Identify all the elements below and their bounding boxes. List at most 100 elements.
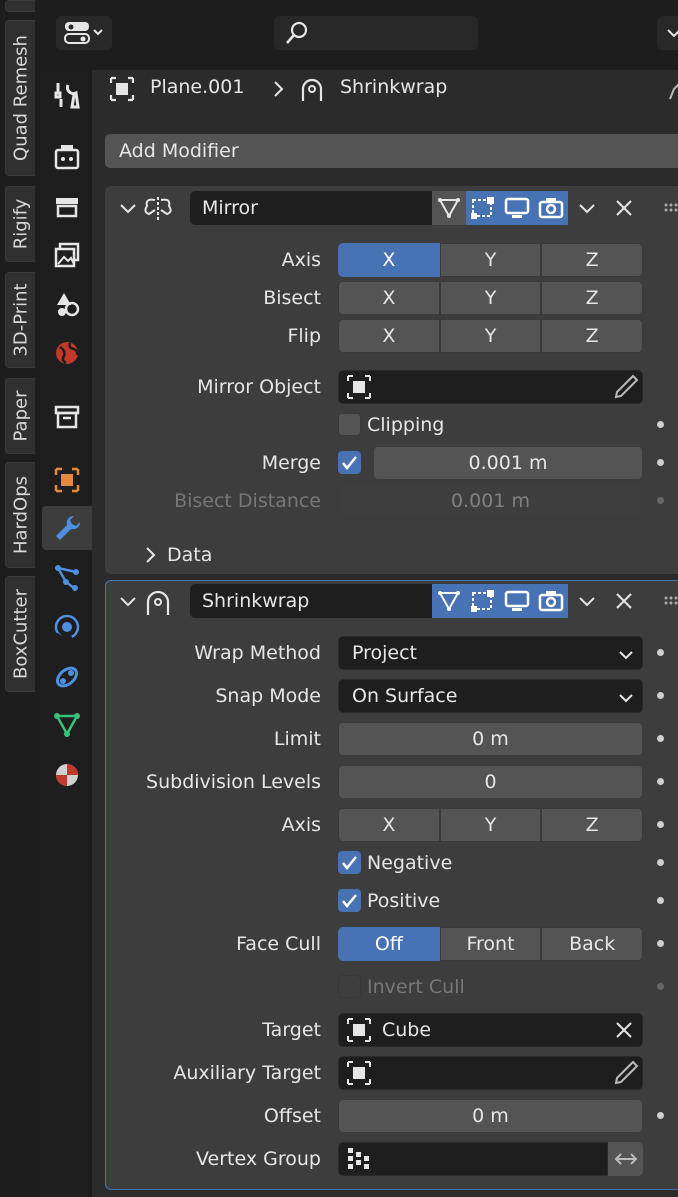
flip-x-button[interactable]: X	[338, 319, 440, 353]
axis-x-button[interactable]: X	[338, 243, 440, 277]
auxiliary-target-field[interactable]	[338, 1056, 643, 1090]
collapse-chevron-icon[interactable]	[117, 591, 139, 613]
target-field[interactable]: Cube	[338, 1013, 643, 1047]
render-toggle[interactable]	[534, 191, 568, 225]
clear-icon[interactable]	[613, 1019, 635, 1041]
object-icon	[347, 1018, 371, 1042]
tab-boxcutter[interactable]: BoxCutter	[5, 576, 35, 692]
offset-field[interactable]: 0 m	[338, 1099, 643, 1133]
keyframe-dot[interactable]	[657, 897, 664, 904]
view-layer-icon[interactable]	[50, 238, 84, 272]
physics-icon[interactable]	[50, 610, 84, 644]
keyframe-dot[interactable]	[657, 940, 664, 947]
negative-checkbox[interactable]	[338, 851, 361, 874]
bisect-y-button[interactable]: Y	[439, 281, 542, 315]
material-icon[interactable]	[50, 758, 84, 792]
axis-z-button[interactable]: Z	[541, 243, 644, 277]
mirror-name-input[interactable]: Mirror	[190, 191, 432, 225]
vertex-group-field[interactable]	[338, 1142, 608, 1176]
tab-3d-print[interactable]: 3D-Print	[5, 272, 35, 368]
keyframe-dot[interactable]	[657, 692, 664, 699]
bisect-distance-field[interactable]: 0.001 m	[338, 484, 643, 518]
keyframe-dot[interactable]	[657, 821, 664, 828]
properties-tab-column	[42, 70, 92, 1197]
axis-z-button[interactable]: Z	[541, 808, 644, 842]
constraints-icon[interactable]	[50, 660, 84, 694]
particles-icon[interactable]	[50, 560, 84, 594]
edit-cage-toggle[interactable]	[432, 584, 466, 618]
mirror-object-field[interactable]	[338, 370, 643, 404]
flip-selector: X Y Z	[338, 319, 644, 353]
keyframe-dot[interactable]	[657, 778, 664, 785]
chevron-down-icon[interactable]	[576, 591, 598, 613]
close-icon[interactable]	[613, 197, 635, 219]
snap-mode-dropdown[interactable]: On Surface	[338, 679, 643, 713]
positive-checkbox[interactable]	[338, 889, 361, 912]
keyframe-dot[interactable]	[657, 421, 664, 428]
eyedropper-icon[interactable]	[611, 373, 639, 401]
cull-front-button[interactable]: Front	[439, 927, 542, 961]
cull-off-button[interactable]: Off	[338, 927, 440, 961]
wrap-method-value: Project	[352, 642, 418, 664]
keyframe-dot[interactable]	[657, 459, 664, 466]
collapse-chevron-icon[interactable]	[117, 198, 139, 220]
invert-vertex-group-button[interactable]	[608, 1142, 643, 1176]
editor-type-icon	[64, 22, 103, 44]
bisect-x-button[interactable]: X	[338, 281, 440, 315]
keyframe-dot[interactable]	[657, 649, 664, 656]
drag-handle-icon[interactable]	[663, 198, 678, 218]
tab-paper[interactable]: Paper	[5, 378, 35, 454]
modifier-icon[interactable]	[42, 506, 92, 550]
viewport-toggle[interactable]	[500, 191, 534, 225]
tool-icon[interactable]	[50, 77, 84, 111]
edit-mode-toggle[interactable]	[466, 191, 500, 225]
keyframe-dot[interactable]	[657, 735, 664, 742]
subdivision-levels-field[interactable]: 0	[338, 765, 643, 799]
bisect-z-button[interactable]: Z	[541, 281, 644, 315]
axis-y-button[interactable]: Y	[439, 808, 542, 842]
merge-distance-field[interactable]: 0.001 m	[373, 446, 643, 480]
keyframe-dot[interactable]	[657, 983, 664, 990]
scene-icon[interactable]	[50, 287, 84, 321]
tab-hardops[interactable]: HardOps	[5, 462, 35, 568]
flip-y-button[interactable]: Y	[439, 319, 542, 353]
collection-icon[interactable]	[50, 400, 84, 434]
tab-top-stub[interactable]	[5, 0, 35, 12]
close-icon[interactable]	[613, 590, 635, 612]
eyedropper-icon[interactable]	[611, 1059, 639, 1087]
shrinkwrap-name-input[interactable]: Shrinkwrap	[190, 584, 432, 618]
pin-icon[interactable]	[664, 75, 678, 103]
limit-field[interactable]: 0 m	[338, 722, 643, 756]
keyframe-dot[interactable]	[657, 497, 664, 504]
vertex-group-icon	[348, 1148, 369, 1169]
axis-x-button[interactable]: X	[338, 808, 440, 842]
render-icon[interactable]	[50, 140, 84, 174]
clipping-checkbox[interactable]	[338, 413, 361, 436]
options-dropdown[interactable]	[657, 16, 678, 50]
invert-cull-checkbox[interactable]	[338, 975, 361, 998]
axis-y-button[interactable]: Y	[439, 243, 542, 277]
data-icon[interactable]	[50, 708, 84, 742]
edit-mode-toggle[interactable]	[466, 584, 500, 618]
drag-handle-icon[interactable]	[663, 591, 678, 611]
merge-checkbox[interactable]	[338, 451, 361, 474]
viewport-toggle[interactable]	[500, 584, 534, 618]
tab-quad-remesh[interactable]: Quad Remesh	[5, 20, 35, 176]
cull-back-button[interactable]: Back	[541, 927, 644, 961]
wrap-method-dropdown[interactable]: Project	[338, 636, 643, 670]
keyframe-dot[interactable]	[657, 859, 664, 866]
object-icon	[347, 375, 371, 399]
render-toggle[interactable]	[534, 584, 568, 618]
add-modifier-button[interactable]: Add Modifier	[105, 134, 678, 168]
data-subpanel-toggle[interactable]: Data	[142, 542, 262, 568]
tab-rigify[interactable]: Rigify	[5, 186, 35, 262]
world-icon[interactable]	[50, 336, 84, 370]
search-input[interactable]	[274, 16, 478, 50]
keyframe-dot[interactable]	[657, 1112, 664, 1119]
flip-z-button[interactable]: Z	[541, 319, 644, 353]
object-icon[interactable]	[50, 463, 84, 497]
output-icon[interactable]	[50, 190, 84, 224]
edit-cage-toggle[interactable]	[432, 191, 466, 225]
editor-type-button[interactable]	[56, 16, 112, 50]
chevron-down-icon[interactable]	[576, 198, 598, 220]
